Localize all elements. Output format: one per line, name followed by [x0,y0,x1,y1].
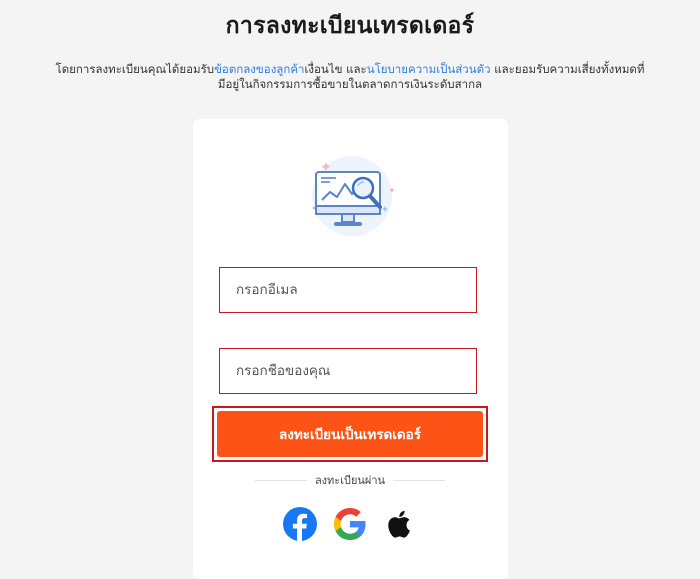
email-field-wrapper [219,267,477,313]
social-divider: ลงทะเบียนผ่าน [255,472,445,488]
privacy-link[interactable]: นโยบายความเป็นส่วนตัว [367,62,491,76]
name-field-wrapper [219,348,477,394]
social-divider-label: ลงทะเบียนผ่าน [314,474,386,487]
consent-middle: เงื่อนไข และ [304,62,367,76]
chart-monitor-illustration [312,156,394,236]
divider-line-right [393,479,445,481]
register-button[interactable]: ลงทะเบียนเป็นเทรดเดอร์ [217,411,483,457]
page-title: การลงทะเบียนเทรดเดอร์ [225,13,475,39]
email-field[interactable] [236,282,476,298]
consent-text: โดยการลงทะเบียนคุณได้ยอมรับข้อตกลงของลูก… [55,62,645,92]
consent-prefix: โดยการลงทะเบียนคุณได้ยอมรับ [55,62,215,76]
register-button-focus-frame: ลงทะเบียนเป็นเทรดเดอร์ [212,406,488,462]
google-icon[interactable] [332,506,368,542]
terms-link[interactable]: ข้อตกลงของลูกค้า [214,62,304,76]
facebook-icon[interactable] [282,506,318,542]
divider-line-left [255,479,307,481]
apple-icon[interactable] [382,506,418,542]
name-field[interactable] [236,363,476,379]
